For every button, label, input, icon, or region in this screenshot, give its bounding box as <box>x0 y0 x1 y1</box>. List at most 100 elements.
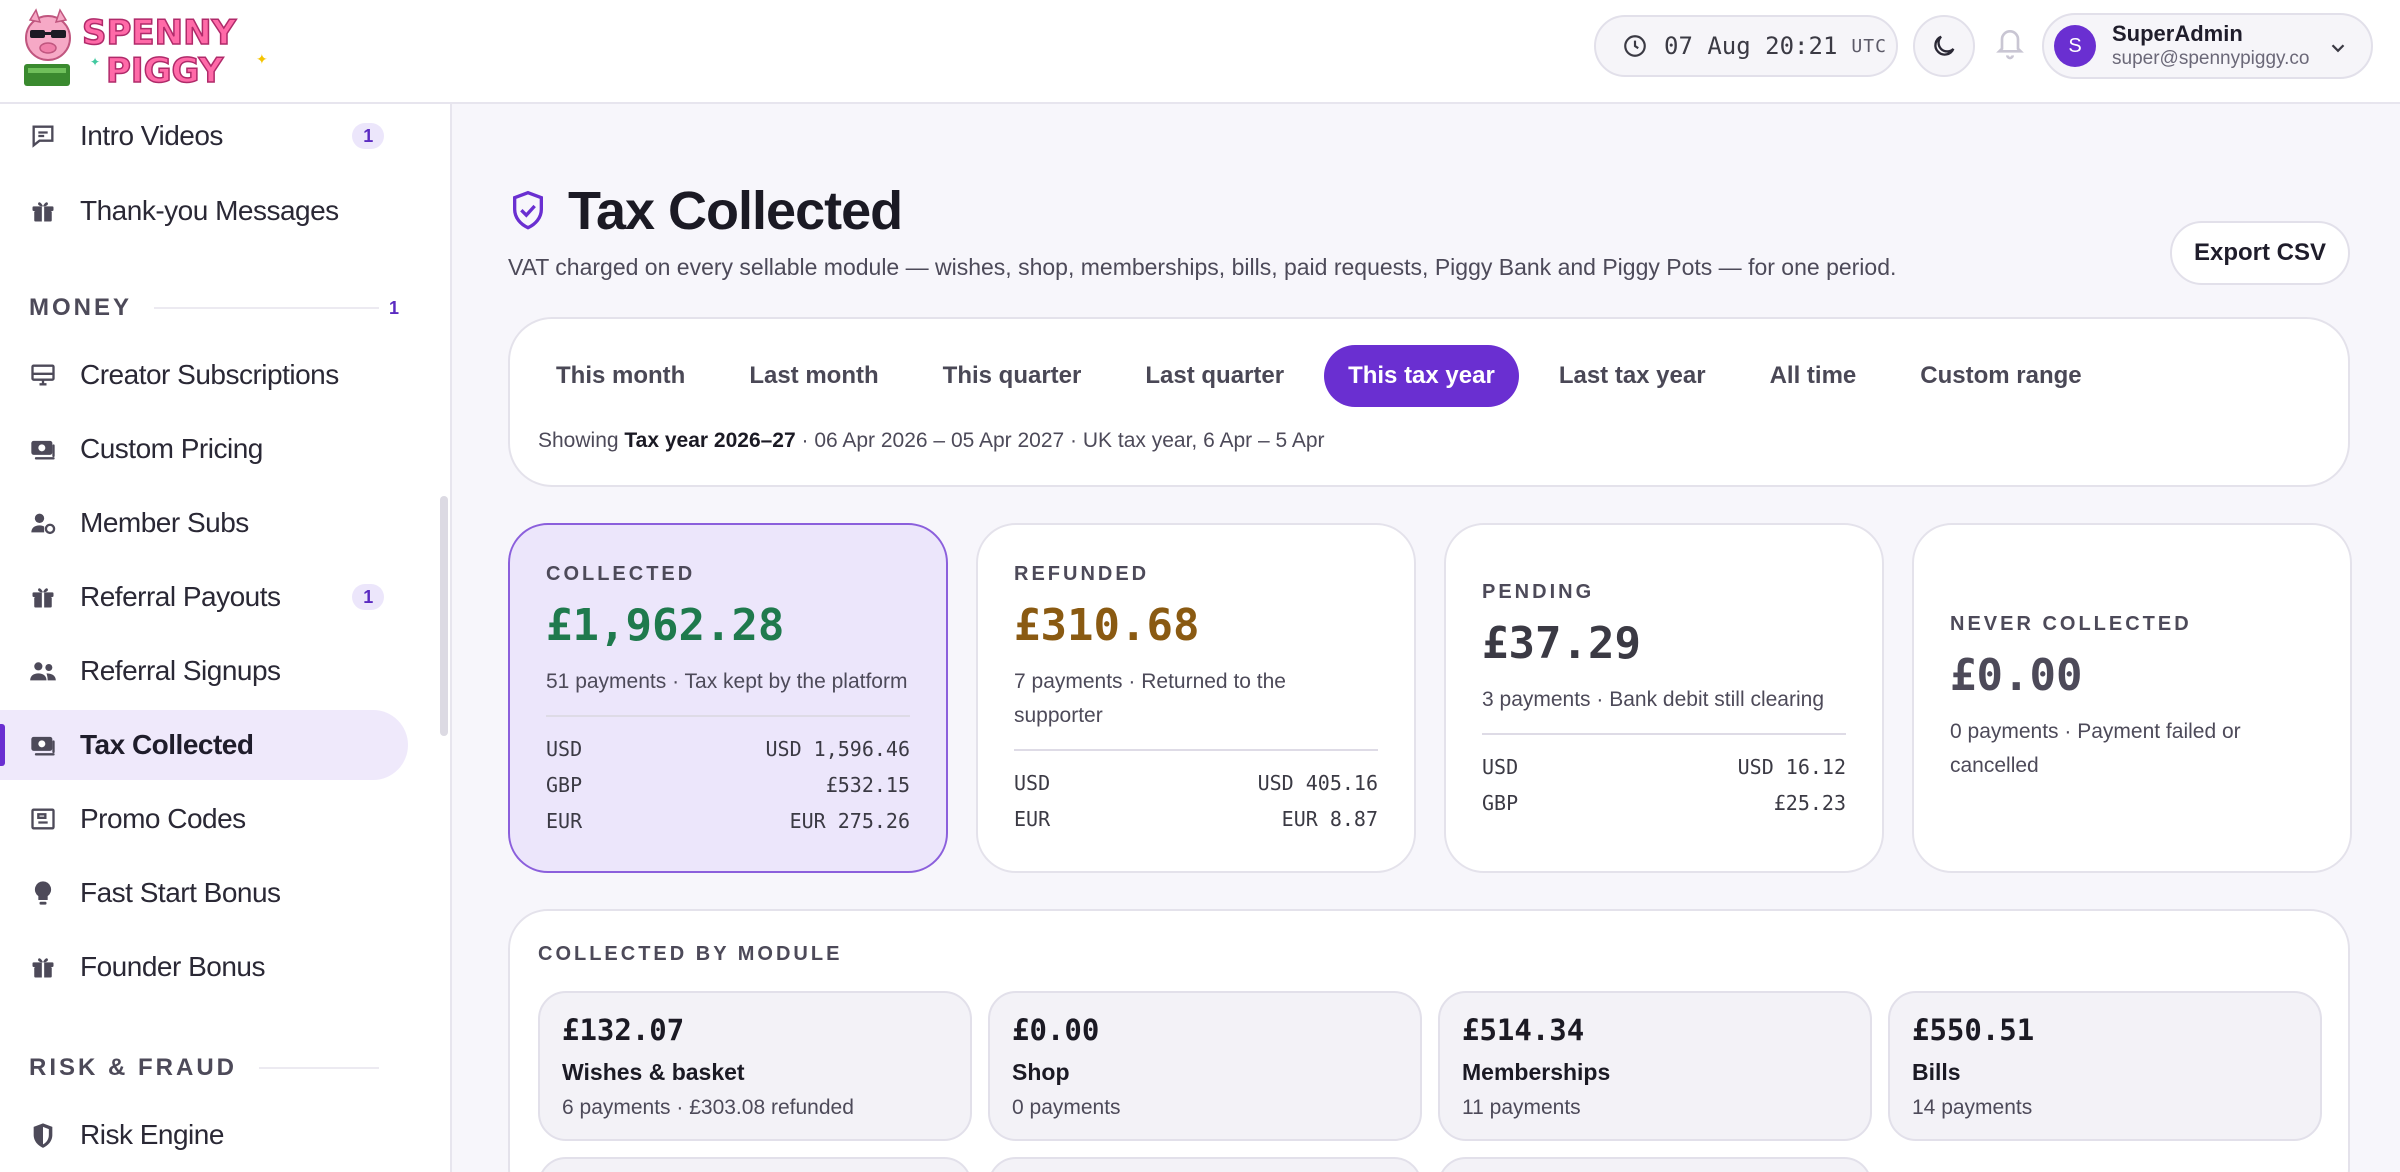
users-icon <box>28 656 58 686</box>
stat-label: PENDING <box>1482 581 1595 603</box>
stat-note: 3 payments · Bank debit still clearing <box>1482 688 1824 711</box>
sidebar-item-creator-subscriptions[interactable]: Creator Subscriptions <box>0 340 408 410</box>
period-summary-range: · 06 Apr 2026 – 05 Apr 2027 · UK tax yea… <box>795 429 1325 452</box>
page-title: Tax Collected <box>568 181 903 241</box>
sidebar-item-label: Risk Engine <box>80 1119 224 1150</box>
stat-amount: £0.00 <box>1950 650 2083 701</box>
sidebar-item-label: Member Subs <box>80 507 249 538</box>
tab-this-quarter[interactable]: This quarter <box>919 345 1106 407</box>
module-card-wishes-and-basket[interactable]: £132.07 Wishes & basket 6 payments · £303.… <box>538 991 972 1141</box>
currency-row: USD USD 16.12 <box>1482 749 1846 785</box>
module-card[interactable] <box>1438 1157 1872 1172</box>
period-summary: Showing Tax year 2026–27 · 06 Apr 2026 –… <box>538 429 1325 453</box>
cash-icon <box>28 434 58 464</box>
sidebar-item-intro-videos[interactable]: Intro Videos 1 <box>0 104 408 171</box>
monitor-icon <box>28 360 58 390</box>
sidebar-item-member-subs[interactable]: Member Subs <box>0 488 408 558</box>
tab-last-quarter[interactable]: Last quarter <box>1121 345 1308 407</box>
currency-code: GBP <box>1482 791 1519 815</box>
module-name: Memberships <box>1462 1059 1611 1085</box>
chevron-down-icon <box>2331 44 2345 53</box>
cash-icon <box>28 730 58 760</box>
modules-panel: COLLECTED BY MODULE £132.07 Wishes & bask… <box>508 909 2350 1172</box>
stat-label: COLLECTED <box>546 563 696 585</box>
notifications-button[interactable] <box>1992 20 2028 64</box>
sidebar-item-promo-codes[interactable]: Promo Codes <box>0 784 408 854</box>
sidebar-scrollbar[interactable] <box>440 496 448 736</box>
sidebar-item-thank-you-messages[interactable]: Thank-you Messages <box>0 176 408 246</box>
user-name: SuperAdmin <box>2112 21 2243 46</box>
section-count-badge: 1 <box>388 297 399 318</box>
top-bar: SPENNY PIGGY ✦ ✦ 07 Aug 20:21 UTC S Supe… <box>0 0 2400 104</box>
module-count: 11 payments <box>1462 1096 1581 1119</box>
svg-text:✦: ✦ <box>256 52 268 68</box>
sidebar-item-referral-signups[interactable]: Referral Signups <box>0 636 408 706</box>
currency-amount: USD 405.16 <box>1257 771 1378 795</box>
sidebar-item-fast-start-bonus[interactable]: Fast Start Bonus <box>0 858 408 928</box>
tab-this-tax-year[interactable]: This tax year <box>1324 345 1519 407</box>
sidebar-item-custom-pricing[interactable]: Custom Pricing <box>0 414 408 484</box>
sidebar-item-badge: 1 <box>352 584 384 610</box>
module-card-shop[interactable]: £0.00 Shop 0 payments <box>988 991 1422 1141</box>
currency-code: USD <box>1482 755 1519 779</box>
user-menu[interactable]: S SuperAdmin super@spennypiggy.co <box>2042 13 2373 79</box>
stat-amount: £37.29 <box>1482 618 1641 669</box>
sidebar-item-founder-bonus[interactable]: Founder Bonus <box>0 932 408 1002</box>
module-card[interactable] <box>538 1157 972 1172</box>
currency-code: EUR <box>546 809 583 833</box>
sidebar: Intro Videos 1 Thank-you Messages MONEY 1 Cre… <box>0 104 452 1172</box>
clock-pill: 07 Aug 20:21 UTC <box>1594 15 1898 77</box>
gift-icon <box>28 952 58 982</box>
currency-amount: £25.23 <box>1773 791 1846 815</box>
module-amount: £550.51 <box>1912 1013 2035 1047</box>
svg-text:✦: ✦ <box>90 55 100 69</box>
module-card[interactable] <box>988 1157 1422 1172</box>
sidebar-item-label: Thank-you Messages <box>80 195 339 226</box>
currency-row: USD USD 405.16 <box>1014 765 1378 801</box>
page-header: Tax Collected <box>508 180 903 242</box>
currency-row: GBP £25.23 <box>1482 785 1846 821</box>
module-name: Bills <box>1912 1059 1961 1085</box>
divider <box>1014 749 1378 751</box>
tab-all-time[interactable]: All time <box>1746 345 1881 407</box>
currency-amount: USD 16.12 <box>1737 755 1846 779</box>
shield-icon <box>28 1120 58 1150</box>
export-csv-button[interactable]: Export CSV <box>2170 221 2350 285</box>
tab-custom-range[interactable]: Custom range <box>1896 345 2105 407</box>
currency-code: USD <box>546 737 583 761</box>
sidebar-item-risk-engine[interactable]: Risk Engine <box>0 1100 408 1170</box>
sidebar-item-badge: 1 <box>352 123 384 149</box>
brand-logo[interactable]: SPENNY PIGGY ✦ ✦ <box>20 8 270 92</box>
stat-card-pending: PENDING £37.29 3 payments · Bank debit sti… <box>1444 523 1884 873</box>
currency-code: GBP <box>546 773 583 797</box>
currency-amount: £532.15 <box>825 773 910 797</box>
sidebar-item-label: Founder Bonus <box>80 951 265 982</box>
tab-this-month[interactable]: This month <box>532 345 709 407</box>
stat-label: NEVER COLLECTED <box>1950 613 2192 635</box>
module-card-bills[interactable]: £550.51 Bills 14 payments <box>1888 991 2322 1141</box>
sidebar-item-label: Tax Collected <box>80 729 254 760</box>
gift-icon <box>28 196 58 226</box>
clock-timezone: UTC <box>1851 35 1887 57</box>
ticket-icon <box>28 804 58 834</box>
module-name: Wishes & basket <box>562 1059 745 1085</box>
sidebar-item-label: Intro Videos <box>80 120 223 151</box>
logo-word-1: SPENNY <box>82 13 237 53</box>
divider <box>259 1067 379 1069</box>
currency-amount: EUR 275.26 <box>789 809 910 833</box>
modules-heading: COLLECTED BY MODULE <box>538 943 843 965</box>
shield-check-icon <box>513 190 543 230</box>
module-count: 6 payments · £303.08 refunded <box>562 1096 854 1119</box>
tab-last-month[interactable]: Last month <box>725 345 902 407</box>
sidebar-item-label: Fast Start Bonus <box>80 877 281 908</box>
module-count: 0 payments <box>1012 1096 1121 1119</box>
module-amount: £514.34 <box>1462 1013 1585 1047</box>
sidebar-item-referral-payouts[interactable]: Referral Payouts 1 <box>0 562 408 632</box>
divider <box>546 715 910 717</box>
chat-icon <box>28 121 58 151</box>
tab-last-tax-year[interactable]: Last tax year <box>1535 345 1730 407</box>
sidebar-item-tax-collected[interactable]: Tax Collected <box>0 710 408 780</box>
module-card-memberships[interactable]: £514.34 Memberships 11 payments <box>1438 991 1872 1141</box>
section-heading-risk-fraud: RISK & FRAUD <box>29 1048 379 1088</box>
theme-toggle-button[interactable] <box>1913 15 1975 77</box>
